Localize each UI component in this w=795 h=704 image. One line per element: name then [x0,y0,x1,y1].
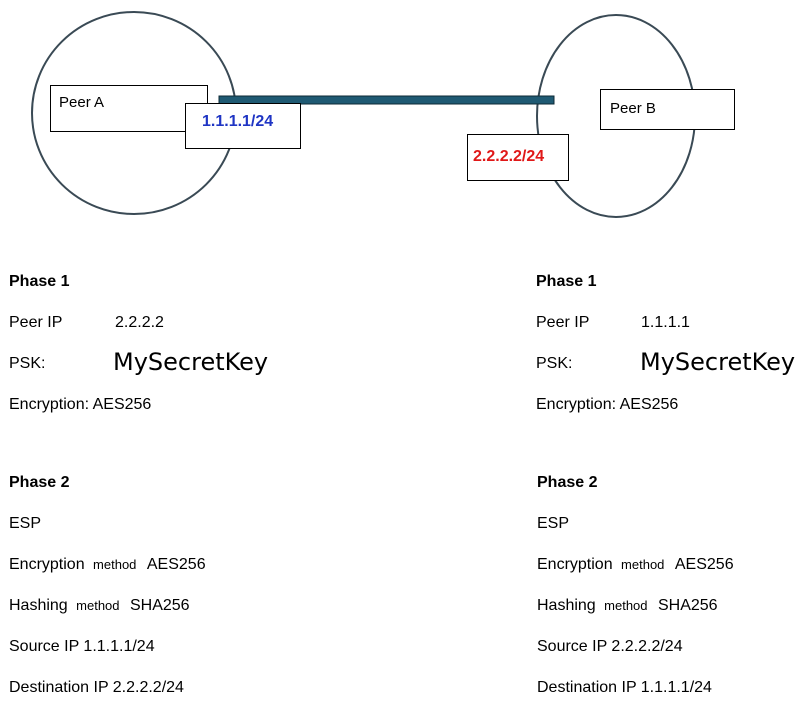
phase2-destination-ip: Destination IP 1.1.1.1/24 [537,679,712,696]
hashing-value: SHA256 [657,597,718,614]
phase2-encryption-row: Encryption method AES256 [537,556,734,574]
phase2-protocol: ESP [537,515,570,532]
phase2-hashing-row: Hashing method SHA256 [537,597,718,615]
peer-b-ip-box: 2.2.2.2/24 [467,134,569,181]
phase2-destination-ip: Destination IP 2.2.2.2/24 [9,679,184,696]
phase1-heading: Phase 1 [9,273,70,290]
peer-b-ip-label: 2.2.2.2/24 [473,148,545,165]
peer-ip-value: 2.2.2.2 [115,314,164,331]
phase2-encryption-row: Encryption method AES256 [9,556,206,574]
psk-value: MySecretKey [113,348,269,376]
hashing-label: Hashing [9,597,68,614]
hashing-method-word: method [604,598,648,613]
network-diagram: Peer A 1.1.1.1/24 Peer B 2.2.2.2/24 [0,0,795,230]
phase2-heading: Phase 2 [9,474,70,491]
hashing-value: SHA256 [129,597,190,614]
phase2-source-ip: Source IP 1.1.1.1/24 [9,638,155,655]
peer-b-box: Peer B [600,89,735,130]
encryption-label: Encryption [537,556,613,573]
psk-value: MySecretKey [640,348,795,376]
peer-ip-label: Peer IP [536,314,590,331]
hashing-label: Hashing [537,597,596,614]
peer-a-ip-box: 1.1.1.1/24 [185,103,301,149]
peer-a-label: Peer A [59,94,105,111]
encryption-value: AES256 [146,556,206,573]
encryption-label: Encryption [9,556,85,573]
hashing-method-word: method [76,598,120,613]
phase2-protocol: ESP [9,515,42,532]
psk-label: PSK: [536,355,573,372]
phase1-encryption: Encryption: AES256 [536,396,679,413]
encryption-value: AES256 [674,556,734,573]
phase2-heading: Phase 2 [537,474,598,491]
phase2-hashing-row: Hashing method SHA256 [9,597,190,615]
peer-a-ip-label: 1.1.1.1/24 [202,113,274,130]
encryption-method-word: method [621,557,665,572]
psk-label: PSK: [9,355,46,372]
peer-ip-value: 1.1.1.1 [641,314,690,331]
phase1-encryption: Encryption: AES256 [9,396,152,413]
peer-b-label: Peer B [610,100,656,117]
encryption-method-word: method [93,557,137,572]
phase1-heading: Phase 1 [536,273,597,290]
peer-ip-label: Peer IP [9,314,63,331]
phase2-source-ip: Source IP 2.2.2.2/24 [537,638,683,655]
